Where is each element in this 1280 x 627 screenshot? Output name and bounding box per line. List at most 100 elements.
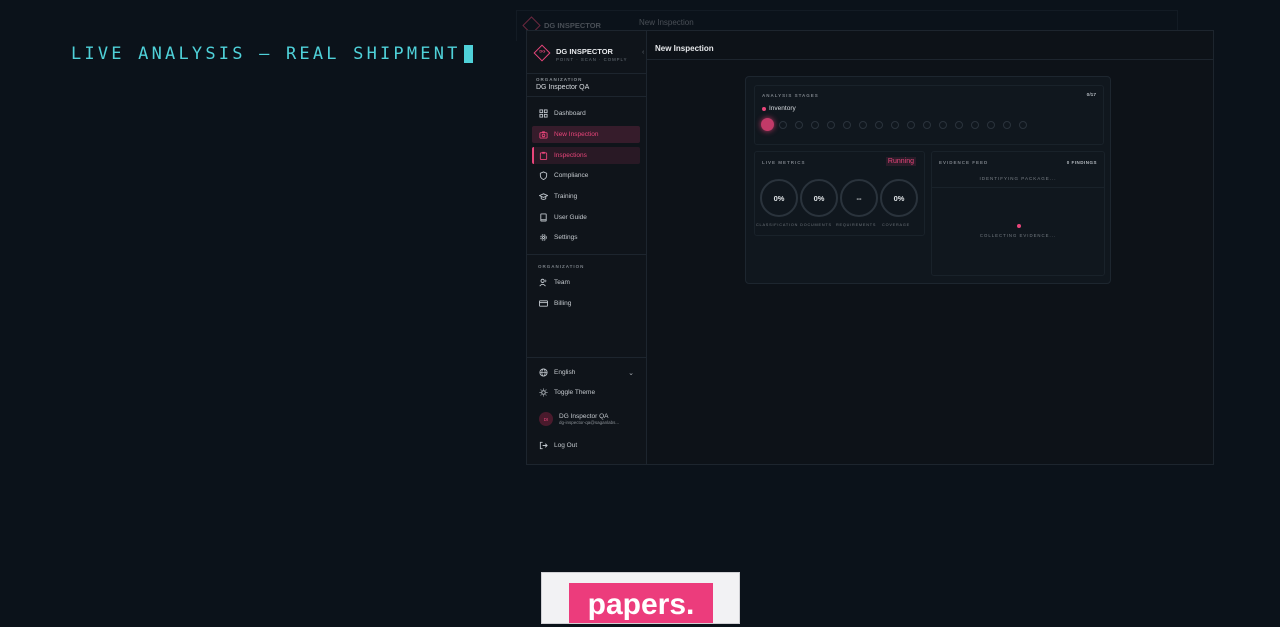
logo-icon: DG bbox=[533, 44, 551, 62]
brand-tagline: POINT · SCAN · COMPLY bbox=[556, 57, 628, 62]
sidebar-item-training[interactable]: Training bbox=[532, 188, 640, 205]
toggle-theme-label: Toggle Theme bbox=[554, 389, 596, 396]
sidebar-item-label: New Inspection bbox=[554, 131, 599, 138]
sidebar-item-settings[interactable]: Settings bbox=[532, 229, 640, 246]
divider bbox=[527, 254, 646, 255]
status-badge: Running bbox=[885, 157, 916, 166]
sun-icon bbox=[539, 388, 548, 397]
stage-indicator-pending bbox=[1003, 120, 1011, 129]
stage-indicator-pending bbox=[939, 120, 947, 129]
logout-label: Log Out bbox=[554, 442, 578, 449]
stage-progress bbox=[761, 118, 1035, 131]
brand-name: DG INSPECTOR bbox=[556, 47, 613, 56]
users-icon bbox=[539, 278, 547, 287]
sidebar-item-label: Inspections bbox=[554, 152, 587, 159]
stage-indicator-pending bbox=[955, 120, 963, 129]
evidence-label: EVIDENCE FEED bbox=[939, 160, 989, 165]
metric-label: COVERAGE bbox=[882, 223, 910, 227]
headline-text: LIVE ANALYSIS — REAL SHIPMENT bbox=[71, 44, 461, 64]
metric-labels: CLASSIFICATION DOCUMENTS REQUIREMENTS CO… bbox=[756, 223, 916, 227]
sidebar-item-label: Training bbox=[554, 193, 578, 200]
stage-indicator-pending bbox=[843, 120, 851, 129]
language-label: English bbox=[554, 369, 576, 376]
sidebar-item-inspections[interactable]: Inspections bbox=[532, 147, 640, 164]
credit-card-icon bbox=[539, 300, 548, 307]
sidebar-item-label: Compliance bbox=[554, 172, 589, 179]
metric-label: DOCUMENTS bbox=[800, 223, 832, 227]
logout-button[interactable]: Log Out bbox=[532, 437, 640, 454]
sidebar-item-new-inspection[interactable]: New Inspection bbox=[532, 126, 640, 143]
organization-name[interactable]: DG Inspector QA bbox=[536, 84, 589, 91]
sidebar-item-label: Team bbox=[554, 279, 570, 286]
stages-count: 0/17 bbox=[1086, 93, 1096, 98]
evidence-feed: EVIDENCE FEED 0 FINDINGS IDENTIFYING PAC… bbox=[931, 151, 1105, 276]
clipboard-icon bbox=[539, 151, 548, 160]
sidebar-item-label: Settings bbox=[554, 234, 578, 241]
organization-label: ORGANIZATION bbox=[536, 77, 583, 82]
graduation-cap-icon bbox=[539, 193, 548, 200]
loading-dot-icon bbox=[1017, 224, 1021, 228]
ghost-brand-name: DG INSPECTOR bbox=[544, 21, 601, 30]
stage-indicator-pending bbox=[811, 120, 819, 129]
avatar: DI bbox=[539, 412, 553, 426]
live-metrics: LIVE METRICS Running 0% 0% -- 0% CLASSIF… bbox=[754, 151, 925, 236]
user-profile[interactable]: DI DG Inspector QA dg-inspector-qa@sagan… bbox=[532, 407, 640, 431]
stages-label: ANALYSIS STAGES bbox=[762, 93, 819, 98]
brand[interactable]: DG DG INSPECTOR POINT · SCAN · COMPLY bbox=[533, 44, 644, 69]
stage-indicator-pending bbox=[875, 120, 883, 129]
divider bbox=[646, 59, 1213, 60]
stage-indicator-active bbox=[761, 118, 774, 131]
collecting-evidence-text: COLLECTING EVIDENCE... bbox=[979, 233, 1057, 238]
stage-indicator-pending bbox=[1019, 120, 1027, 129]
metric-label: CLASSIFICATION bbox=[756, 223, 799, 227]
ghost-page-title: New Inspection bbox=[639, 18, 694, 27]
divider bbox=[527, 96, 646, 97]
divider bbox=[932, 187, 1104, 188]
page-title: New Inspection bbox=[655, 44, 714, 53]
stage-indicator-pending bbox=[827, 120, 835, 129]
sidebar-item-billing[interactable]: Billing bbox=[532, 295, 640, 312]
metric-gauge: 0% bbox=[800, 179, 838, 217]
sidebar-item-compliance[interactable]: Compliance bbox=[532, 167, 640, 184]
sidebar-item-user-guide[interactable]: User Guide bbox=[532, 209, 640, 226]
sidebar-item-dashboard[interactable]: Dashboard bbox=[532, 105, 640, 122]
logout-icon bbox=[539, 441, 548, 450]
headline: LIVE ANALYSIS — REAL SHIPMENT bbox=[71, 44, 473, 64]
globe-icon bbox=[539, 368, 548, 377]
status-dot-icon bbox=[762, 106, 766, 111]
user-email: dg-inspector-qa@saganlabs... bbox=[559, 420, 620, 425]
sidebar-item-team[interactable]: Team bbox=[532, 274, 640, 291]
language-select[interactable]: English ⌄ bbox=[532, 364, 640, 381]
stage-indicator-pending bbox=[779, 120, 787, 129]
divider bbox=[527, 73, 646, 74]
metric-gauge: 0% bbox=[760, 179, 798, 217]
chevron-down-icon: ⌄ bbox=[628, 369, 634, 377]
stage-indicator-pending bbox=[923, 120, 931, 129]
papers-watermark: papers. bbox=[541, 572, 740, 624]
toggle-theme-button[interactable]: Toggle Theme bbox=[532, 384, 640, 401]
book-icon bbox=[540, 213, 547, 222]
metric-gauge: 0% bbox=[880, 179, 918, 217]
stage-indicator-pending bbox=[859, 120, 867, 129]
papers-logo: papers. bbox=[569, 583, 713, 623]
gear-icon bbox=[540, 234, 547, 241]
sidebar-item-label: Dashboard bbox=[554, 110, 586, 117]
evidence-status: IDENTIFYING PACKAGE... bbox=[979, 176, 1057, 181]
stage-indicator-pending bbox=[987, 120, 995, 129]
sidebar-item-label: User Guide bbox=[554, 214, 587, 221]
metric-gauges: 0% 0% -- 0% bbox=[760, 179, 920, 217]
grid-icon bbox=[539, 109, 548, 118]
organization-section-label: ORGANIZATION bbox=[538, 264, 585, 269]
current-stage: Inventory bbox=[762, 105, 796, 112]
analysis-stages: ANALYSIS STAGES 0/17 Inventory bbox=[754, 85, 1104, 145]
current-stage-label: Inventory bbox=[769, 105, 796, 112]
stage-indicator-pending bbox=[795, 120, 803, 129]
metrics-label: LIVE METRICS bbox=[762, 160, 806, 165]
findings-count: 0 FINDINGS bbox=[1066, 160, 1097, 165]
camera-icon bbox=[539, 131, 548, 139]
metric-label: REQUIREMENTS bbox=[836, 223, 877, 227]
collapse-sidebar-icon[interactable]: ‹ bbox=[642, 49, 644, 56]
analysis-panel: ANALYSIS STAGES 0/17 Inventory LIVE METR… bbox=[745, 76, 1111, 284]
shield-icon bbox=[539, 171, 548, 180]
stage-indicator-pending bbox=[891, 120, 899, 129]
